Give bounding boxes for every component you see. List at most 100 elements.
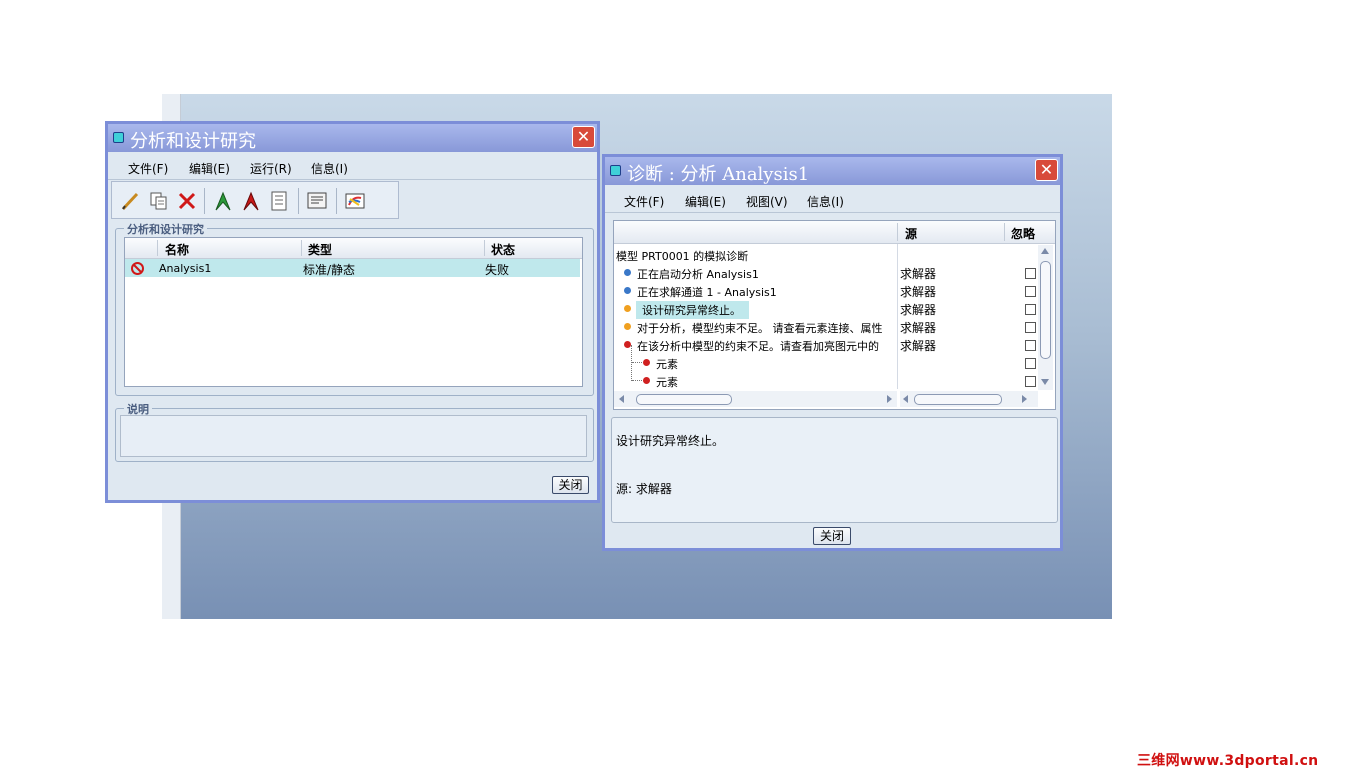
toolbar bbox=[111, 181, 399, 219]
description-text-area[interactable] bbox=[120, 415, 587, 457]
tree-item-text: 元素 bbox=[656, 358, 678, 371]
close-button[interactable]: 关闭 bbox=[552, 476, 589, 494]
tree-item-text: 对于分析，模型约束不足。 请查看元素连接、属性 bbox=[637, 322, 883, 335]
ignore-checkbox[interactable] bbox=[1025, 358, 1036, 369]
tree-root[interactable]: 模型 PRT0001 的模拟诊断 bbox=[616, 248, 748, 264]
scroll-up-arrow-icon[interactable] bbox=[1041, 248, 1049, 254]
list-header: 名称 类型 状态 bbox=[125, 238, 582, 259]
ignore-checkbox[interactable] bbox=[1025, 268, 1036, 279]
menu-edit[interactable]: 编辑(E) bbox=[685, 193, 726, 210]
horizontal-scrollbar-left[interactable] bbox=[614, 391, 897, 407]
study-group-label: 分析和设计研究 bbox=[124, 221, 207, 237]
status-report-icon[interactable] bbox=[306, 190, 328, 212]
toolbar-separator bbox=[298, 188, 299, 214]
diagnostics-tree: 源 忽略 模型 PRT0001 的模拟诊断 正在启动分析 Analysis1 求… bbox=[613, 220, 1056, 410]
close-window-button[interactable]: ✕ bbox=[572, 126, 595, 148]
menu-file[interactable]: 文件(F) bbox=[624, 193, 664, 210]
tree-item-source: 求解器 bbox=[900, 303, 937, 317]
error-dot-icon bbox=[624, 341, 631, 348]
window-title: 诊断 : 分析 Analysis1 bbox=[627, 164, 810, 185]
column-header-source[interactable]: 源 bbox=[905, 225, 917, 242]
watermark: 三维网www.3dportal.cn bbox=[1137, 753, 1319, 769]
horizontal-scrollbar-right[interactable] bbox=[900, 391, 1038, 407]
title-bar[interactable]: 分析和设计研究 ✕ bbox=[108, 124, 597, 152]
start-run-flag-icon[interactable] bbox=[212, 190, 234, 212]
menu-view[interactable]: 视图(V) bbox=[746, 193, 788, 210]
tree-item[interactable]: 元素 bbox=[614, 354, 1038, 372]
column-separator bbox=[1004, 223, 1005, 241]
close-window-button[interactable]: ✕ bbox=[1035, 159, 1058, 181]
study-list: 名称 类型 状态 Analysis1 标准/静态 失败 bbox=[124, 237, 583, 387]
ignore-checkbox[interactable] bbox=[1025, 286, 1036, 297]
detail-message: 设计研究异常终止。 bbox=[616, 434, 725, 448]
window-icon bbox=[610, 165, 621, 176]
delete-icon[interactable] bbox=[176, 190, 198, 212]
scroll-left-arrow-icon[interactable] bbox=[903, 395, 908, 403]
tree-item-text: 设计研究异常终止。 bbox=[636, 301, 749, 319]
study-group: 分析和设计研究 名称 类型 状态 Analysis1 标准/静态 失败 bbox=[115, 221, 594, 396]
error-dot-icon bbox=[643, 377, 650, 384]
tree-item[interactable]: 对于分析，模型约束不足。 请查看元素连接、属性 求解器 bbox=[614, 318, 1038, 336]
column-header-name[interactable]: 名称 bbox=[165, 241, 189, 258]
tree-item-source: 求解器 bbox=[900, 285, 937, 299]
vertical-scrollbar[interactable] bbox=[1038, 245, 1053, 390]
info-dot-icon bbox=[624, 287, 631, 294]
scroll-thumb[interactable] bbox=[1040, 261, 1051, 359]
warning-dot-icon bbox=[624, 323, 631, 330]
list-info-icon[interactable] bbox=[268, 190, 290, 212]
tree-item[interactable]: 正在启动分析 Analysis1 求解器 bbox=[614, 264, 1038, 282]
edit-pencil-icon[interactable] bbox=[120, 190, 142, 212]
tree-item-text: 元素 bbox=[656, 376, 678, 389]
detail-source: 源: 求解器 bbox=[616, 482, 672, 496]
menu-info[interactable]: 信息(I) bbox=[807, 193, 844, 210]
detail-panel: 设计研究异常终止。 源: 求解器 bbox=[611, 417, 1058, 523]
tree-connector bbox=[632, 362, 642, 363]
scroll-thumb[interactable] bbox=[636, 394, 732, 405]
scroll-left-arrow-icon[interactable] bbox=[619, 395, 624, 403]
ignore-checkbox[interactable] bbox=[1025, 304, 1036, 315]
toolbar-separator bbox=[204, 188, 205, 214]
ignore-checkbox[interactable] bbox=[1025, 376, 1036, 387]
close-button[interactable]: 关闭 bbox=[813, 527, 851, 545]
tree-item-text: 在该分析中模型的约束不足。请查看加亮图元中的 bbox=[637, 340, 879, 353]
tree-item-selected[interactable]: 设计研究异常终止。 求解器 bbox=[614, 300, 1038, 319]
row-name: Analysis1 bbox=[159, 262, 212, 275]
tree-item[interactable]: 元素 bbox=[614, 372, 1038, 390]
window-title: 分析和设计研究 bbox=[130, 131, 256, 152]
row-type: 标准/静态 bbox=[303, 263, 356, 277]
column-separator bbox=[897, 223, 898, 241]
error-dot-icon bbox=[643, 359, 650, 366]
scroll-right-arrow-icon[interactable] bbox=[887, 395, 892, 403]
tree-item-text: 正在求解通道 1 - Analysis1 bbox=[637, 286, 777, 299]
tree-item[interactable]: 在该分析中模型的约束不足。请查看加亮图元中的 求解器 bbox=[614, 336, 1038, 354]
column-header-status[interactable]: 状态 bbox=[491, 241, 515, 258]
tree-connector bbox=[632, 380, 642, 381]
warning-dot-icon bbox=[624, 305, 631, 312]
results-view-icon[interactable] bbox=[344, 190, 366, 212]
scroll-right-arrow-icon[interactable] bbox=[1022, 395, 1027, 403]
table-row[interactable]: Analysis1 标准/静态 失败 bbox=[125, 259, 580, 277]
description-group: 说明 bbox=[115, 401, 594, 462]
menu-run[interactable]: 运行(R) bbox=[250, 160, 292, 177]
title-bar[interactable]: 诊断 : 分析 Analysis1 ✕ bbox=[605, 157, 1060, 185]
menu-file[interactable]: 文件(F) bbox=[128, 160, 168, 177]
tree-item[interactable]: 正在求解通道 1 - Analysis1 求解器 bbox=[614, 282, 1038, 300]
stop-run-flag-icon[interactable] bbox=[240, 190, 262, 212]
ignore-checkbox[interactable] bbox=[1025, 340, 1036, 351]
tree-item-source: 求解器 bbox=[900, 267, 937, 281]
column-header-ignore[interactable]: 忽略 bbox=[1011, 225, 1035, 242]
tree-item-text: 正在启动分析 Analysis1 bbox=[637, 268, 759, 281]
menu-bar: 文件(F) 编辑(E) 视图(V) 信息(I) bbox=[605, 188, 1060, 213]
menu-edit[interactable]: 编辑(E) bbox=[189, 160, 230, 177]
ignore-checkbox[interactable] bbox=[1025, 322, 1036, 333]
row-status: 失败 bbox=[485, 263, 510, 277]
column-header-type[interactable]: 类型 bbox=[308, 241, 332, 258]
menu-bar: 文件(F) 编辑(E) 运行(R) 信息(I) bbox=[108, 155, 597, 180]
failed-status-icon bbox=[131, 262, 144, 275]
copy-icon[interactable] bbox=[148, 190, 170, 212]
window-icon bbox=[113, 132, 124, 143]
menu-info[interactable]: 信息(I) bbox=[311, 160, 348, 177]
scroll-thumb[interactable] bbox=[914, 394, 1002, 405]
scroll-down-arrow-icon[interactable] bbox=[1041, 379, 1049, 385]
diagnostics-dialog: 诊断 : 分析 Analysis1 ✕ 文件(F) 编辑(E) 视图(V) 信息… bbox=[602, 154, 1063, 551]
